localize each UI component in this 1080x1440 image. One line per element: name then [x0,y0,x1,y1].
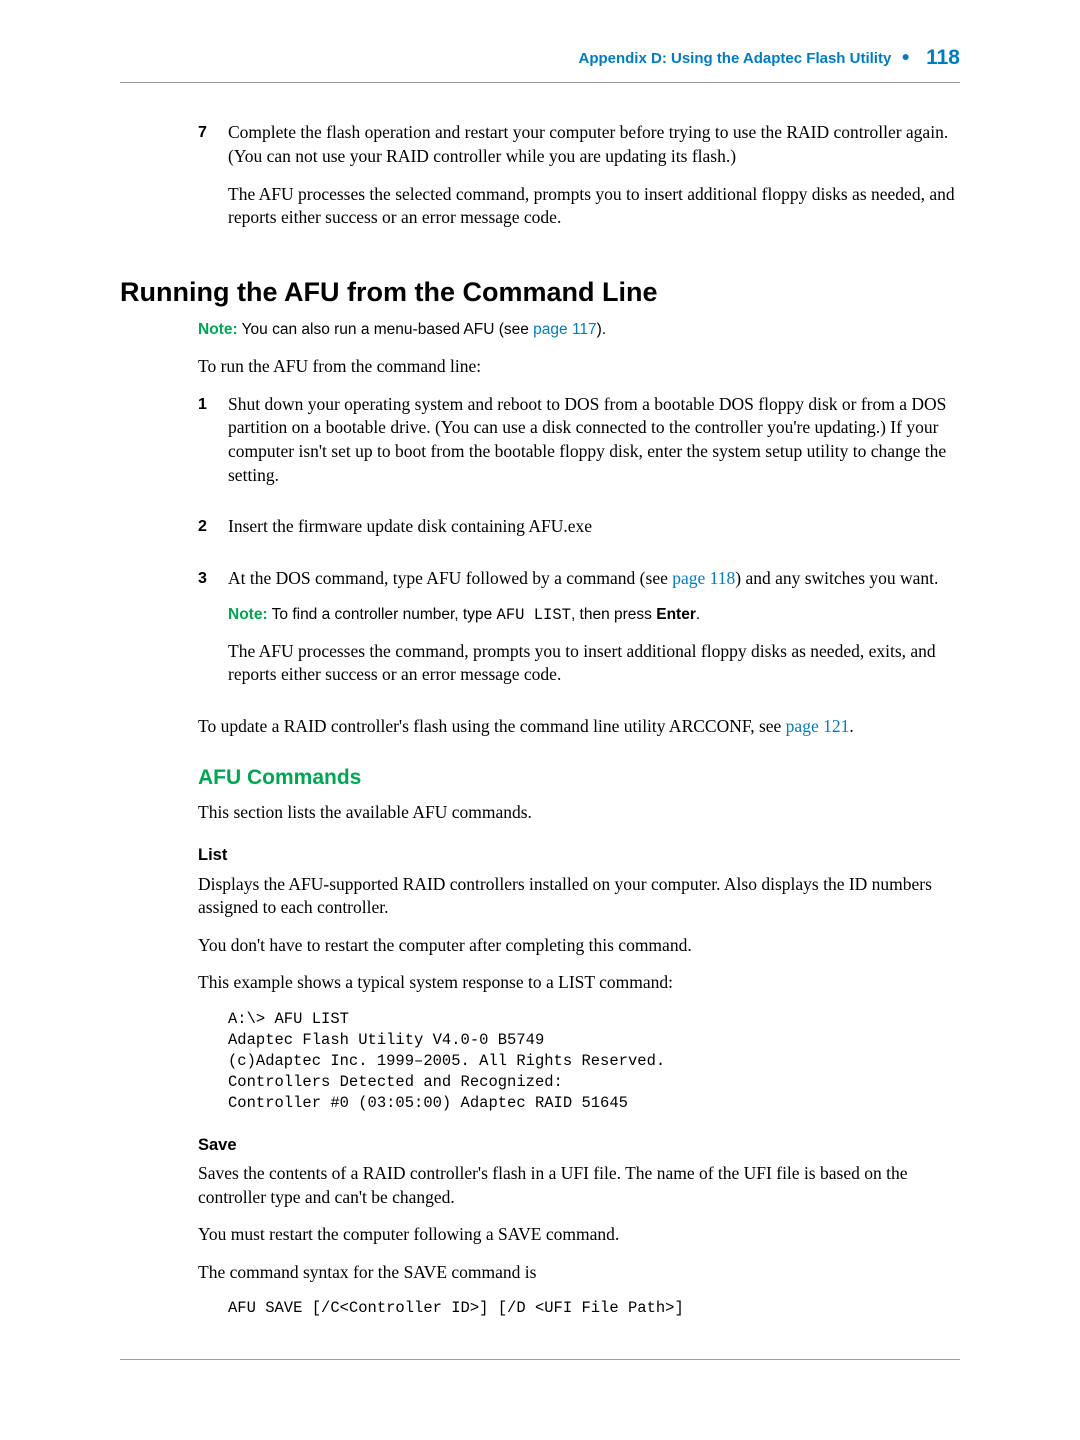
step-body: Shut down your operating system and rebo… [228,393,960,502]
page-link[interactable]: page 118 [672,568,735,588]
step-number: 3 [198,567,228,701]
note-text: , then press [571,606,656,623]
subsection-heading: AFU Commands [198,764,960,792]
note: Note: You can also run a menu-based AFU … [198,320,960,341]
list-item: 2 Insert the firmware update disk contai… [198,515,960,553]
note-tail: ). [597,321,606,338]
page-content: 7 Complete the flash operation and resta… [198,121,960,1319]
step-number: 2 [198,515,228,553]
note-text: You can also run a menu-based AFU (see [238,321,534,338]
text-run: . [849,716,853,736]
text-run: At the DOS command, type AFU followed by… [228,568,672,588]
inline-code: AFU LIST [497,606,571,624]
step-number: 1 [198,393,228,502]
step-body: At the DOS command, type AFU followed by… [228,567,960,701]
note-label: Note: [228,606,268,623]
list-item: 3 At the DOS command, type AFU followed … [198,567,960,701]
header-page-number: 118 [926,46,960,69]
page-link[interactable]: page 121 [786,716,850,736]
list-item: 1 Shut down your operating system and re… [198,393,960,502]
bold-text: Enter [656,606,696,623]
paragraph: To update a RAID controller's flash usin… [198,715,960,739]
paragraph: You don't have to restart the computer a… [198,934,960,958]
paragraph: This section lists the available AFU com… [198,801,960,825]
text-run: To update a RAID controller's flash usin… [198,716,786,736]
paragraph: The AFU processes the command, prompts y… [228,640,960,687]
paragraph: Complete the flash operation and restart… [228,121,960,168]
document-page: Appendix D: Using the Adaptec Flash Util… [0,0,1080,1440]
step-number: 7 [198,121,228,244]
paragraph: The command syntax for the SAVE command … [198,1261,960,1285]
paragraph: Shut down your operating system and rebo… [228,393,960,488]
code-block: A:\> AFU LIST Adaptec Flash Utility V4.0… [228,1009,960,1114]
header-bullet: ● [901,48,909,64]
step-body: Complete the flash operation and restart… [228,121,960,244]
minor-heading: List [198,844,960,866]
paragraph: To run the AFU from the command line: [198,355,960,379]
list-item: 7 Complete the flash operation and resta… [198,121,960,244]
note: Note: To find a controller number, type … [228,605,960,626]
page-link[interactable]: page 117 [533,321,597,338]
paragraph: At the DOS command, type AFU followed by… [228,567,960,591]
paragraph: Saves the contents of a RAID controller'… [198,1162,960,1209]
paragraph: The AFU processes the selected command, … [228,183,960,230]
section-heading: Running the AFU from the Command Line [120,274,960,310]
code-block: AFU SAVE [/C<Controller ID>] [/D <UFI Fi… [228,1298,960,1319]
paragraph: Insert the firmware update disk containi… [228,515,960,539]
minor-heading: Save [198,1134,960,1156]
text-run: ) and any switches you want. [735,568,938,588]
note-text: To find a controller number, type [268,606,497,623]
paragraph: Displays the AFU-supported RAID controll… [198,873,960,920]
running-header: Appendix D: Using the Adaptec Flash Util… [120,44,960,72]
step-body: Insert the firmware update disk containi… [228,515,960,553]
header-appendix-label: Appendix D: Using the Adaptec Flash Util… [578,50,891,67]
note-label: Note: [198,321,238,338]
bottom-divider [120,1359,960,1360]
paragraph: You must restart the computer following … [198,1223,960,1247]
paragraph: This example shows a typical system resp… [198,971,960,995]
top-divider [120,82,960,83]
note-tail: . [696,606,700,623]
